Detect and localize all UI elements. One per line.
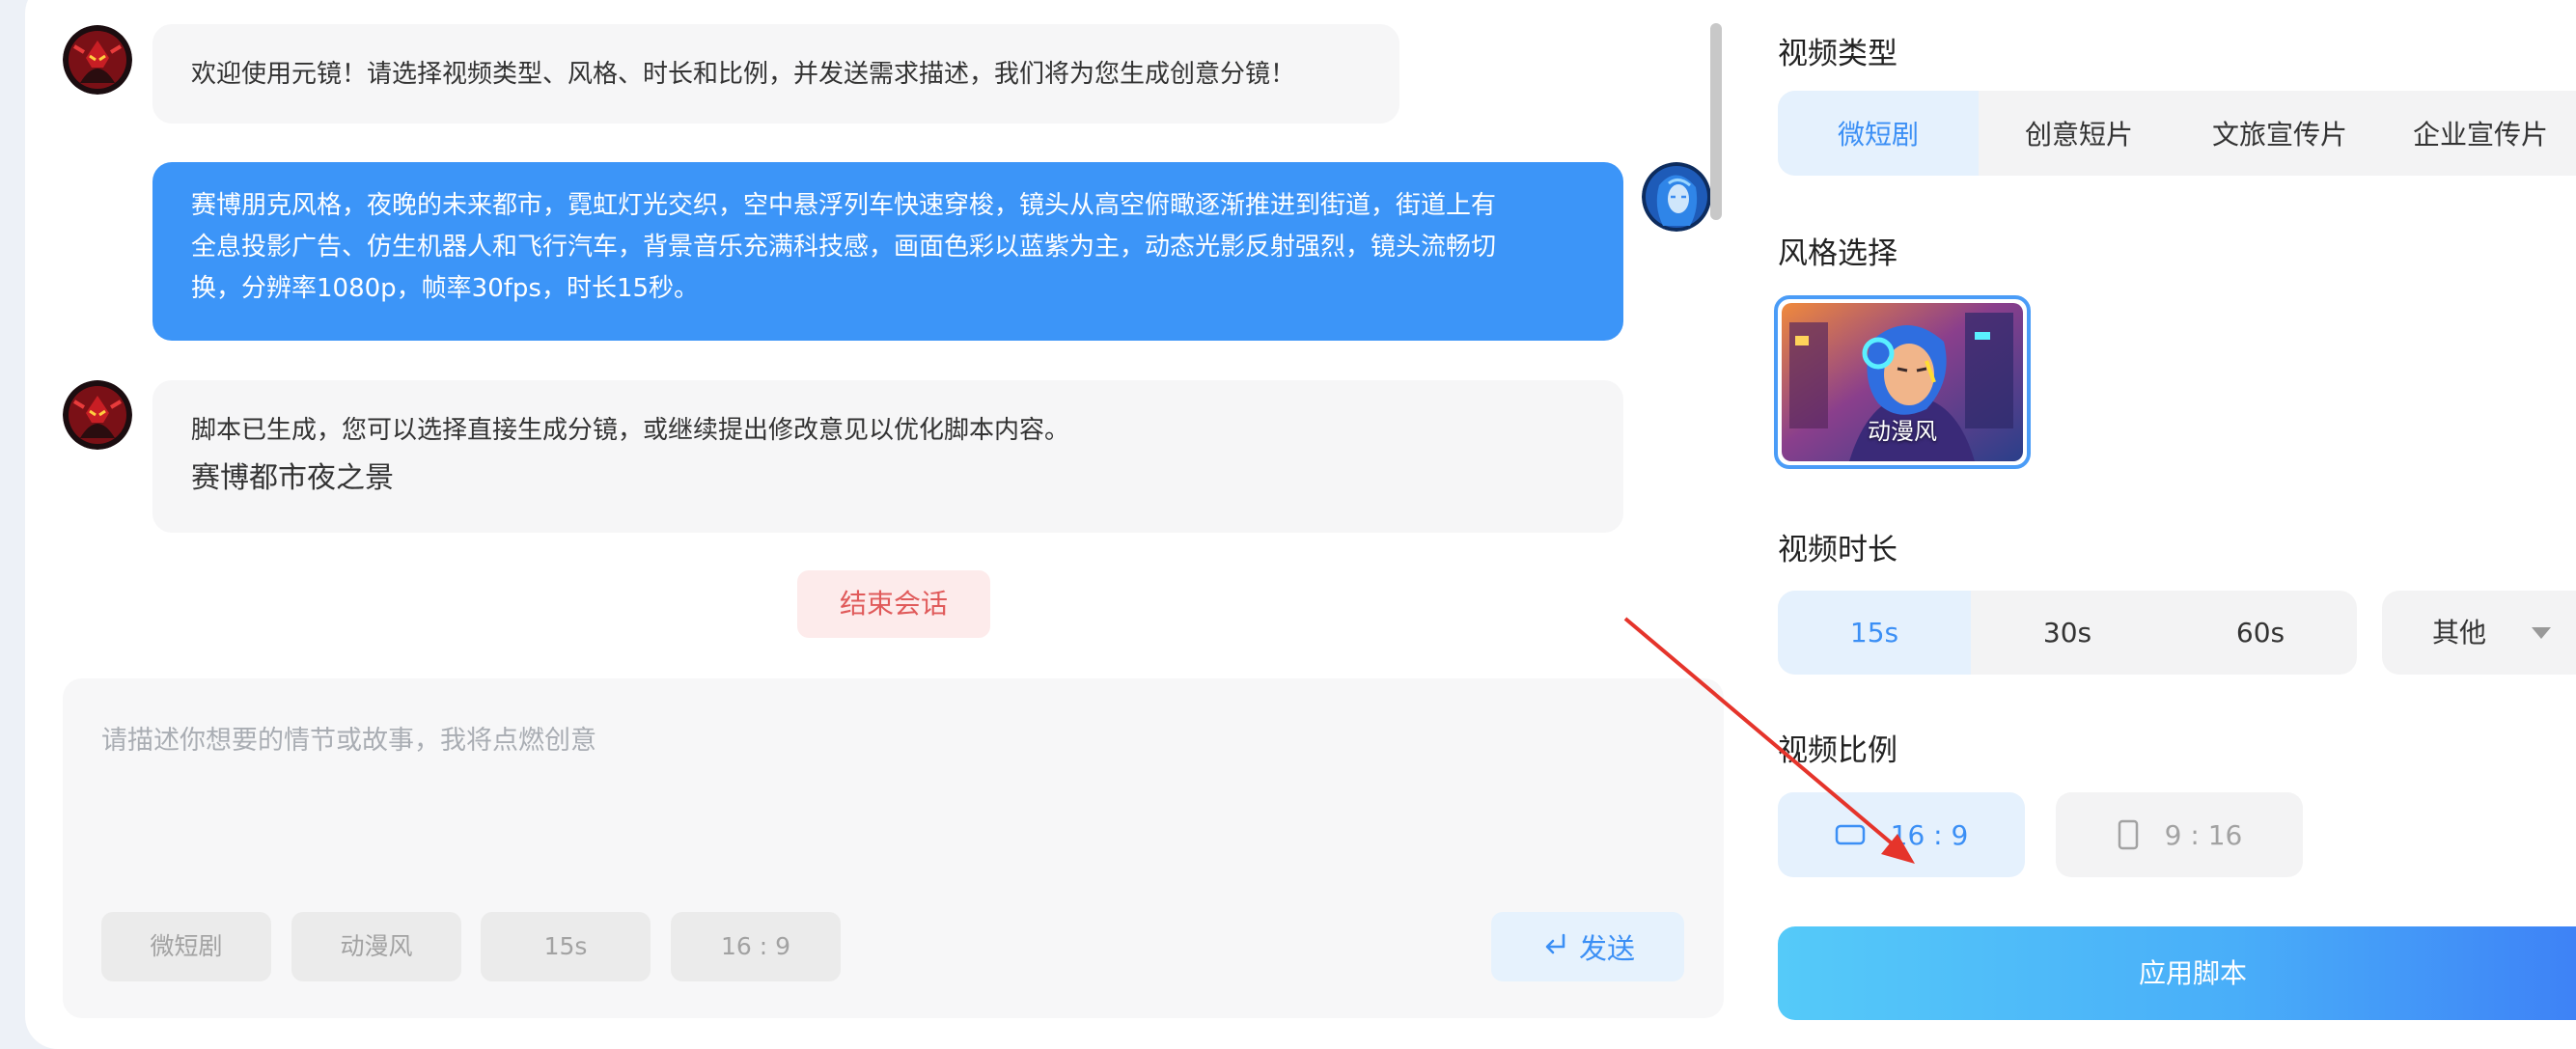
style-option-anime[interactable]: 动漫风: [1774, 295, 2031, 469]
ratio-option-landscape[interactable]: 16 : 9: [1778, 792, 2025, 877]
chip-ratio[interactable]: 16 : 9: [671, 912, 841, 981]
ratio-option-portrait[interactable]: 9 : 16: [2056, 792, 2303, 877]
landscape-icon: [1835, 823, 1866, 846]
duration-option[interactable]: 60s: [2164, 591, 2357, 675]
video-type-option[interactable]: 企业宣传片: [2380, 91, 2576, 176]
video-type-title: 视频类型: [1778, 37, 1897, 71]
ratio-label: 9 : 16: [2164, 818, 2243, 851]
enter-icon: [1540, 929, 1569, 965]
duration-option[interactable]: 15s: [1778, 591, 1971, 675]
welcome-message: 欢迎使用元镜！请选择视频类型、风格、时长和比例，并发送需求描述，我们将为您生成创…: [152, 24, 1399, 124]
video-type-option[interactable]: 文旅宣传片: [2179, 91, 2380, 176]
user-message: 赛博朋克风格，夜晚的未来都市，霓虹灯光交织，空中悬浮列车快速穿梭，镜头从高空俯瞰…: [152, 162, 1623, 341]
script-message-text: 脚本已生成，您可以选择直接生成分镜，或继续提出修改意见以优化脚本内容。: [191, 416, 1070, 445]
video-type-selector: 微短剧 创意短片 文旅宣传片 企业宣传片: [1778, 91, 2576, 176]
video-type-option[interactable]: 微短剧: [1778, 91, 1979, 176]
user-message-line: 赛博朋克风格，夜晚的未来都市，霓虹灯光交织，空中悬浮列车快速穿梭，镜头从高空俯瞰…: [191, 191, 1497, 220]
script-title: 赛博都市夜之景: [191, 461, 394, 495]
prompt-input[interactable]: [101, 711, 1646, 769]
duration-other-select[interactable]: 其他: [2382, 591, 2576, 675]
duration-option[interactable]: 30s: [1971, 591, 2164, 675]
composer: 微短剧 动漫风 15s 16 : 9 发送: [63, 678, 1724, 1018]
user-message-line: 换，分辨率1080p，帧率30fps，时长15秒。: [191, 274, 700, 303]
bot-avatar: [63, 25, 132, 95]
apply-script-button[interactable]: 应用脚本: [1778, 926, 2576, 1020]
chat-scrollbar[interactable]: [1710, 23, 1722, 220]
send-button[interactable]: 发送: [1491, 912, 1684, 981]
send-label: 发送: [1578, 932, 1635, 965]
chip-duration[interactable]: 15s: [481, 912, 651, 981]
style-title: 风格选择: [1778, 236, 1897, 271]
video-type-option[interactable]: 创意短片: [1979, 91, 2179, 176]
end-session-button[interactable]: 结束会话: [797, 570, 990, 638]
style-thumbnail: 动漫风: [1782, 303, 2023, 461]
user-avatar: [1642, 162, 1711, 232]
user-message-line: 全息投影广告、仿生机器人和飞行汽车，背景音乐充满科技感，画面色彩以蓝紫为主，动态…: [191, 233, 1497, 262]
chip-video-type[interactable]: 微短剧: [101, 912, 271, 981]
chip-style[interactable]: 动漫风: [291, 912, 461, 981]
ratio-label: 16 : 9: [1890, 818, 1969, 851]
portrait-icon: [2117, 819, 2140, 850]
bot-avatar: [63, 380, 132, 450]
duration-selector: 15s 30s 60s: [1778, 591, 2357, 675]
ratio-title: 视频比例: [1778, 733, 1897, 768]
chevron-down-icon: [2532, 627, 2551, 639]
script-message: 脚本已生成，您可以选择直接生成分镜，或继续提出修改意见以优化脚本内容。 赛博都市…: [152, 380, 1623, 533]
other-label: 其他: [2432, 617, 2487, 649]
style-label: 动漫风: [1868, 418, 1937, 445]
duration-title: 视频时长: [1778, 533, 1897, 567]
